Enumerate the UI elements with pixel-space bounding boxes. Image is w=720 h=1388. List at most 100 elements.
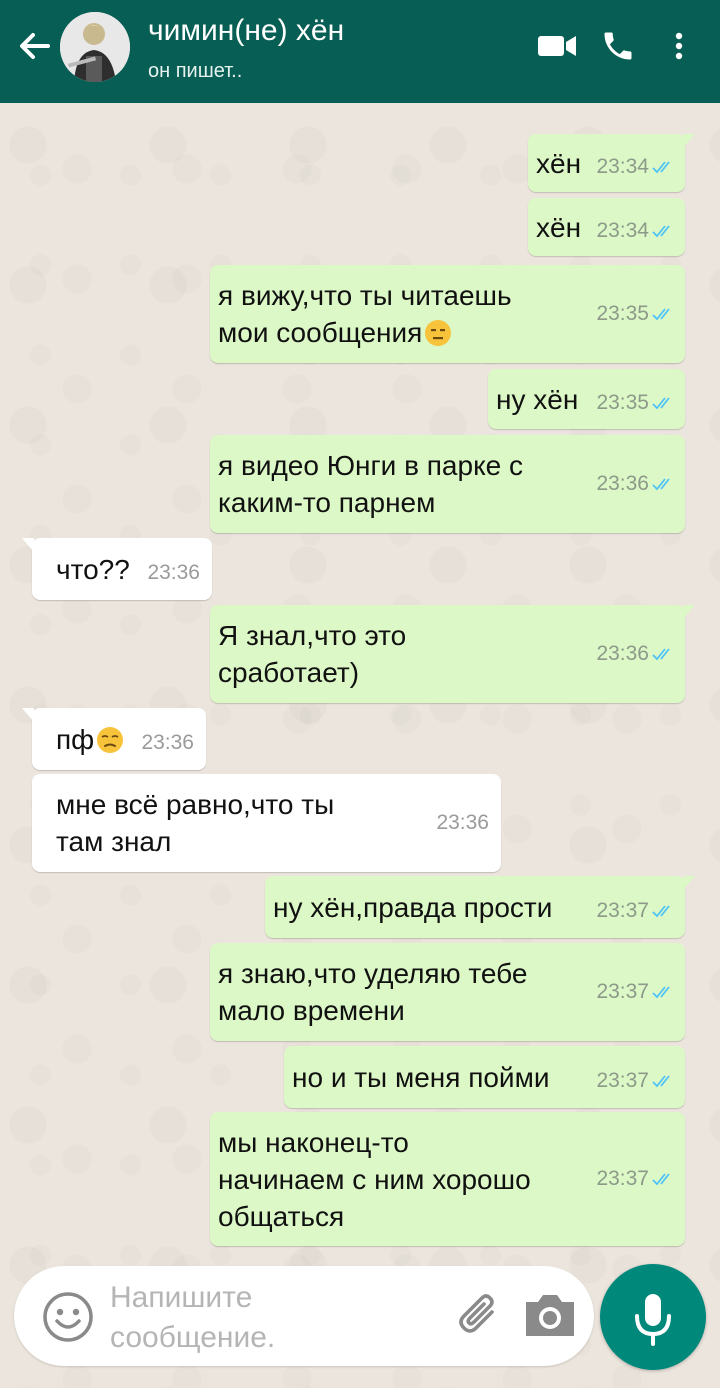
message-composer[interactable]: Напишите сообщение. xyxy=(14,1266,594,1366)
message-text: пф xyxy=(56,721,124,758)
phone-icon xyxy=(604,32,632,60)
message-line: каким-то парнем xyxy=(218,487,436,518)
message-text: я знаю,что уделяю тебе мало времени xyxy=(218,955,527,1029)
message-text: но и ты меня пойми xyxy=(292,1059,549,1096)
message-text: мне всё равно,что ты там знал xyxy=(56,786,334,860)
chat-header: чимин(не) хён он пишет.. xyxy=(0,0,720,103)
mic-icon xyxy=(635,1294,671,1346)
voice-message-button[interactable] xyxy=(600,1264,706,1370)
contact-name[interactable]: чимин(не) хён xyxy=(148,14,344,48)
back-button[interactable] xyxy=(14,26,54,66)
message-text: хён xyxy=(536,145,581,182)
outgoing-message[interactable]: хён 23:34 xyxy=(528,134,695,192)
menu-button[interactable] xyxy=(664,28,694,69)
message-line: там знал xyxy=(56,826,172,857)
message-time: 23:36 xyxy=(596,642,677,666)
message-time: 23:36 xyxy=(147,561,200,584)
emoji-button[interactable] xyxy=(42,1291,94,1348)
message-text: я видео Юнги в парке с каким-то парнем xyxy=(218,447,523,521)
message-time: 23:37 xyxy=(596,980,677,1004)
message-time: 23:36 xyxy=(141,731,194,754)
message-time: 23:36 xyxy=(596,472,677,496)
message-time: 23:35 xyxy=(596,391,677,415)
outgoing-message[interactable]: я вижу,что ты читаешь мои сообщения 23:35 xyxy=(210,265,685,363)
message-line: хён xyxy=(536,147,582,179)
message-text: что?? xyxy=(56,551,130,588)
bubble-tail xyxy=(22,708,34,722)
arrow-left-icon xyxy=(20,33,50,59)
message-time: 23:37 xyxy=(596,1167,677,1191)
message-line: я вижу,что ты читаешь xyxy=(218,280,512,311)
message-text: Я знал,что это сработает) xyxy=(218,617,406,691)
message-time: 23:34 xyxy=(596,219,677,243)
message-time: 23:35 xyxy=(596,302,677,326)
read-receipt-icon xyxy=(652,905,670,918)
placeholder-line: сообщение. xyxy=(110,1321,276,1354)
message-text: ну хён xyxy=(496,381,578,418)
expressionless-face-emoji xyxy=(425,320,452,346)
read-receipt-icon xyxy=(652,308,670,321)
message-time: 23:37 xyxy=(596,899,677,923)
message-line: мои сообщения xyxy=(218,314,512,351)
outgoing-message[interactable]: но и ты меня пойми 23:37 xyxy=(284,1046,685,1108)
camera-button[interactable] xyxy=(522,1290,578,1345)
message-line: начинаем с ним хорошо xyxy=(218,1163,531,1195)
message-time: 23:34 xyxy=(596,155,677,179)
incoming-message[interactable]: что?? 23:36 xyxy=(22,538,212,600)
unamused-face-emoji xyxy=(97,726,124,753)
outgoing-message[interactable]: я знаю,что уделяю тебе мало времени 23:37 xyxy=(210,943,685,1041)
read-receipt-icon xyxy=(652,161,670,174)
message-line: ну хён xyxy=(496,383,579,415)
read-receipt-icon xyxy=(652,478,670,491)
read-receipt-icon xyxy=(652,986,670,999)
bubble-tail xyxy=(22,538,34,552)
message-line: общаться xyxy=(218,1200,345,1232)
emoji-icon xyxy=(43,1292,93,1342)
message-time: 23:37 xyxy=(596,1069,677,1093)
incoming-message[interactable]: пф 23:36 xyxy=(22,708,206,770)
message-line: пф xyxy=(56,721,124,758)
message-line: что?? xyxy=(56,553,130,585)
typing-status: он пишет.. xyxy=(148,60,243,82)
bubble-tail xyxy=(683,876,695,890)
camera-icon xyxy=(526,1295,574,1336)
read-receipt-icon xyxy=(652,225,670,238)
read-receipt-icon xyxy=(652,648,670,661)
message-text: мы наконец-то начинаем с ним хорошо общать… xyxy=(218,1124,531,1235)
read-receipt-icon xyxy=(652,397,670,410)
outgoing-message[interactable]: хён 23:34 xyxy=(528,198,685,256)
message-line: хён xyxy=(536,211,582,243)
message-line: но и ты меня пойми xyxy=(292,1061,550,1093)
message-line: я знаю,что уделяю тебе xyxy=(218,958,528,989)
message-line: мало времени xyxy=(218,995,405,1026)
bubble-tail xyxy=(683,605,695,619)
message-line: мы наконец-то xyxy=(218,1126,409,1158)
message-text: ну хён,правда прости xyxy=(273,889,552,926)
outgoing-message[interactable]: мы наконец-то начинаем с ним хорошо общать… xyxy=(210,1112,685,1246)
paperclip-icon xyxy=(459,1294,494,1333)
call-button[interactable] xyxy=(600,28,636,69)
video-call-icon xyxy=(538,36,576,56)
read-receipt-icon xyxy=(652,1075,670,1088)
message-line: мне всё равно,что ты xyxy=(56,789,335,820)
more-vert-icon xyxy=(675,32,683,60)
message-line: я видео Юнги в парке с xyxy=(218,450,523,481)
message-line: ну хён,правда прости xyxy=(273,891,553,923)
avatar[interactable] xyxy=(60,12,130,82)
outgoing-message[interactable]: ну хён 23:35 xyxy=(488,369,685,429)
read-receipt-icon xyxy=(652,1173,670,1186)
message-line: сработает) xyxy=(218,657,360,688)
outgoing-message[interactable]: я видео Юнги в парке с каким-то парнем 23:… xyxy=(210,435,685,533)
message-input[interactable]: Напишите сообщение. xyxy=(110,1278,410,1358)
incoming-message[interactable]: мне всё равно,что ты там знал 23:36 xyxy=(32,774,501,872)
outgoing-message[interactable]: ну хён,правда прости 23:37 xyxy=(265,876,695,938)
message-text: хён xyxy=(536,209,581,246)
message-text: я вижу,что ты читаешь мои сообщения xyxy=(218,277,512,351)
video-call-button[interactable] xyxy=(536,28,578,69)
placeholder-line: Напишите xyxy=(110,1281,253,1314)
outgoing-message[interactable]: Я знал,что это сработает) 23:36 xyxy=(210,605,695,703)
message-time: 23:36 xyxy=(436,811,489,834)
attach-button[interactable] xyxy=(454,1290,506,1347)
message-line: Я знал,что это xyxy=(218,620,407,651)
bubble-tail xyxy=(683,134,695,148)
